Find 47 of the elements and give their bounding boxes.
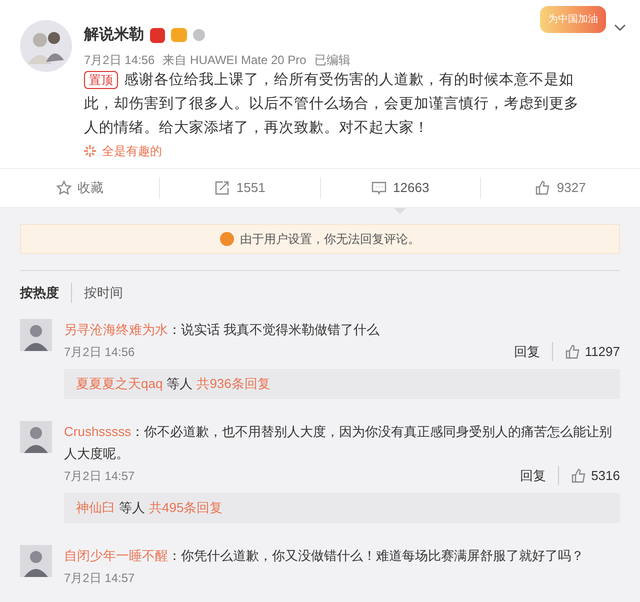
comment-text: 自闭少年一睡不醒：你凭什么道歉，你又没做错什么！难道每场比赛满屏舒服了就好了吗？	[64, 546, 585, 564]
avatar	[20, 420, 52, 452]
comment-time: 7月2日 14:57	[64, 468, 135, 484]
reply-link[interactable]: 回复	[520, 466, 560, 486]
edited-label: 已编辑	[314, 52, 350, 68]
pinned-tag: 置顶	[84, 71, 118, 89]
comment-text: 另寻沧海终难为水：说实话 我真不觉得米勒做错了什么	[64, 320, 381, 338]
thumbs-up-icon	[571, 468, 588, 484]
reply-users-link[interactable]: 夏夏夏之天qaq	[76, 374, 163, 394]
author-name[interactable]: 解说米勒	[84, 24, 144, 46]
chevron-down-icon[interactable]	[614, 24, 626, 32]
post-source: 来自 HUAWEI Mate 20 Pro	[162, 52, 306, 68]
action-button[interactable]: 12663	[371, 174, 430, 202]
sort-tab[interactable]: 按时间	[71, 283, 123, 302]
post-body: 置顶 感谢各位给我上课了，给所有受伤害的人道歉，有的时候本意不是如此，却伤害到了很多人。以后不管什么场合，会更加谨言慎行，考虑到更多人的情绪。给大家添堵了，再次致歉。对不起大家！	[84, 70, 580, 138]
commenter-name[interactable]: 另寻沧海终难为水	[64, 322, 168, 336]
sparkle-icon	[84, 145, 96, 157]
post-time: 7月2日 14:56	[84, 52, 155, 68]
reply-users-link[interactable]: 神仙臼	[76, 498, 115, 518]
comment-time: 7月2日 14:56	[64, 344, 135, 360]
reply-link[interactable]: 回复	[514, 342, 553, 362]
like-count[interactable]: 11297	[584, 342, 620, 362]
commenter-name[interactable]: Crushsssss	[64, 424, 132, 438]
reply-summary-text: 等人	[119, 498, 145, 517]
share-icon	[214, 180, 230, 196]
thumbs-up-icon	[534, 180, 551, 196]
comment-time: 7月2日 14:57	[64, 570, 135, 586]
action-button[interactable]: 9327	[534, 174, 586, 202]
event-badge: 为中国加油	[540, 6, 606, 33]
reply-count-link[interactable]: 共936条回复	[196, 374, 270, 394]
thumbs-up-icon	[564, 344, 581, 360]
reply-summary-text: 等人	[166, 374, 193, 393]
avatar	[20, 318, 52, 350]
star-icon	[56, 180, 72, 196]
comment-text: Crushsssss：你不必道歉，也不用替别人大度，因为你没有真正感同身受别人的痛苦怎么能让别人大度呢。	[64, 422, 614, 462]
avatar	[20, 20, 72, 72]
comment-icon	[371, 180, 388, 196]
notice-text: 由于用户设置，你无法回复评论。	[240, 231, 420, 248]
sort-tab[interactable]: 按热度	[20, 283, 59, 302]
selection-pointer	[394, 208, 406, 214]
like-count[interactable]: 5316	[591, 466, 620, 486]
avatar	[20, 544, 52, 576]
action-button[interactable]: 收藏	[56, 174, 104, 202]
topic-link[interactable]: 全是有趣的	[102, 142, 162, 160]
reply-count-link[interactable]: 共495条回复	[149, 498, 223, 518]
commenter-name[interactable]: 自闭少年一睡不醒	[64, 548, 168, 562]
action-button[interactable]: 1551	[214, 174, 266, 202]
